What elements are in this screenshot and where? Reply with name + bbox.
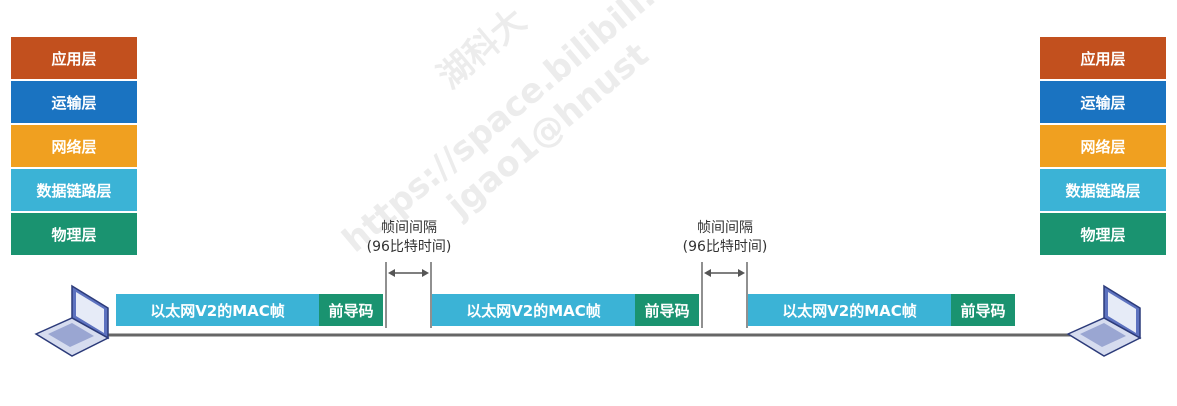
frame-2: 以太网V2的MAC帧 前导码 bbox=[432, 294, 699, 326]
gap-label-duration: (96比特时间) bbox=[366, 239, 452, 255]
gap-marker-2 bbox=[701, 262, 748, 328]
laptop-icon bbox=[34, 284, 110, 357]
mac-frame: 以太网V2的MAC帧 bbox=[748, 294, 951, 326]
frame-3: 以太网V2的MAC帧 前导码 bbox=[748, 294, 1015, 326]
preamble: 前导码 bbox=[951, 294, 1015, 326]
gap-label-1: 帧间间隔 (96比特时间) bbox=[339, 219, 479, 257]
link-diagram bbox=[34, 262, 1142, 357]
gap-marker-1 bbox=[385, 262, 432, 328]
mac-frame: 以太网V2的MAC帧 bbox=[432, 294, 635, 326]
gap-label-title: 帧间间隔 bbox=[697, 220, 753, 236]
preamble: 前导码 bbox=[319, 294, 383, 326]
laptop-icon bbox=[1066, 284, 1142, 357]
frame-1: 以太网V2的MAC帧 前导码 bbox=[116, 294, 383, 326]
gap-label-2: 帧间间隔 (96比特时间) bbox=[655, 219, 795, 257]
gap-label-duration: (96比特时间) bbox=[682, 239, 768, 255]
preamble: 前导码 bbox=[635, 294, 699, 326]
mac-frame: 以太网V2的MAC帧 bbox=[116, 294, 319, 326]
gap-label-title: 帧间间隔 bbox=[381, 220, 437, 236]
